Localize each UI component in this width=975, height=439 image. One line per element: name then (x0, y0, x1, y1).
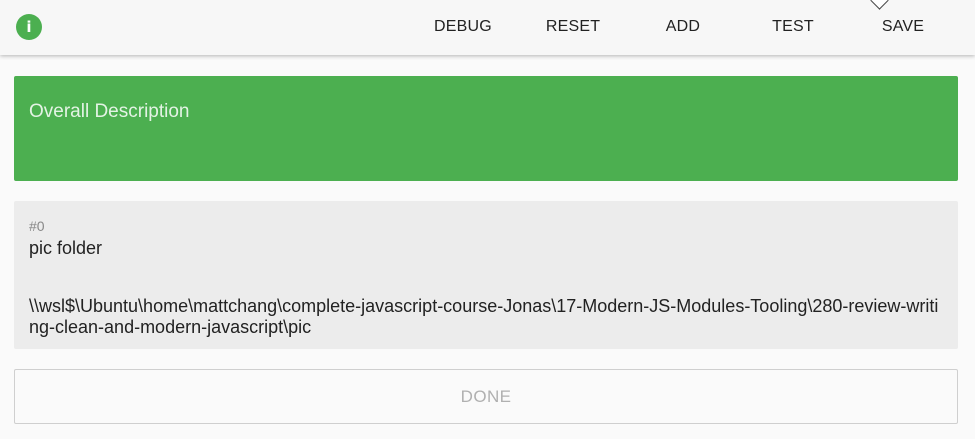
item-path: \\wsl$\Ubuntu\home\mattchang\complete-ja… (29, 296, 939, 337)
overall-description-label: Overall Description (29, 101, 190, 122)
top-toolbar: i DEBUG RESET ADD TEST SAVE (0, 0, 975, 55)
overall-description-card[interactable]: Overall Description (14, 76, 958, 181)
mouse-cursor-icon (870, 0, 889, 10)
test-button[interactable]: TEST (760, 10, 826, 44)
item-title: pic folder (29, 238, 103, 258)
info-icon[interactable]: i (16, 14, 42, 40)
reset-button[interactable]: RESET (538, 10, 608, 44)
save-button[interactable]: SAVE (870, 10, 936, 44)
item-index: #0 (29, 218, 45, 234)
done-button[interactable]: DONE (14, 369, 958, 424)
list-item[interactable]: #0 pic folder \\wsl$\Ubuntu\home\mattcha… (14, 201, 958, 349)
add-button[interactable]: ADD (653, 10, 713, 44)
debug-button[interactable]: DEBUG (427, 10, 499, 44)
